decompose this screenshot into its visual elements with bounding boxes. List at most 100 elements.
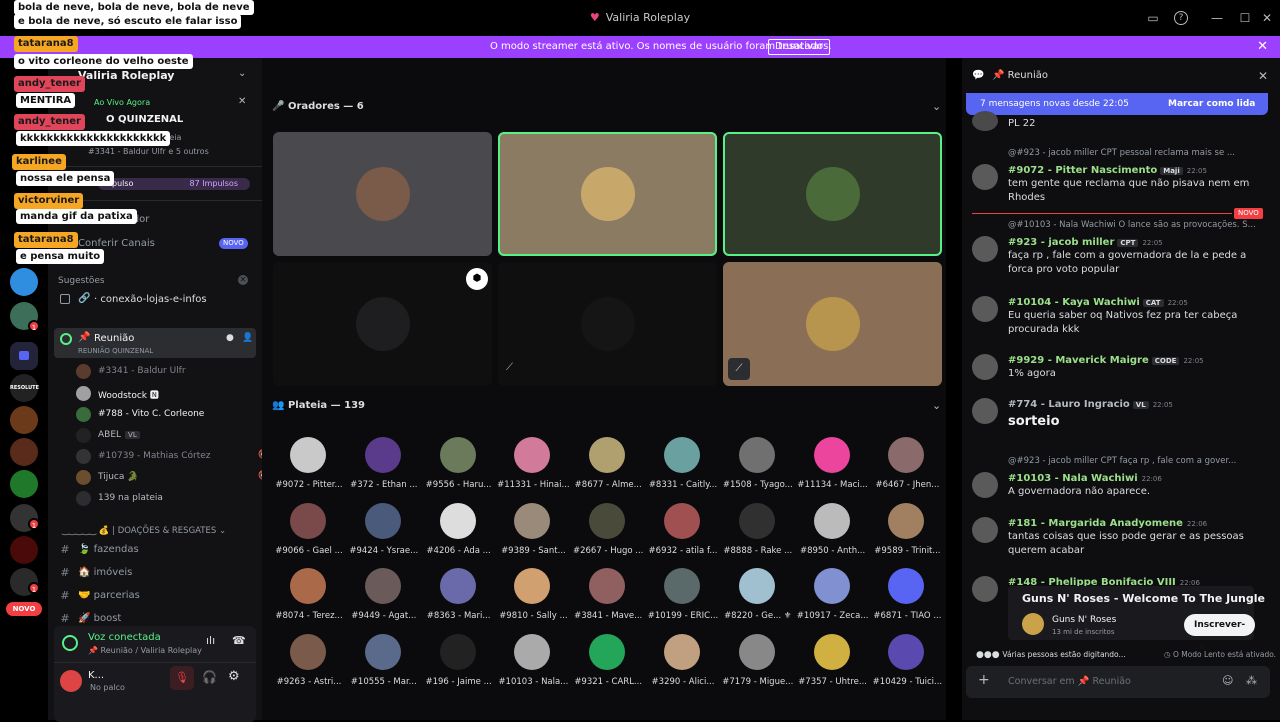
subscribe-button[interactable]: Inscrever-se bbox=[1184, 614, 1256, 652]
inbox-icon[interactable]: ▭ bbox=[1144, 9, 1162, 27]
add-attachment-icon[interactable]: + bbox=[978, 672, 990, 688]
audience-member[interactable]: #9449 - Agat... bbox=[347, 568, 421, 630]
speakers-header[interactable]: 🎤 Oradores — 6 bbox=[272, 101, 364, 112]
audience-member[interactable]: #9810 - Sally ... bbox=[496, 568, 570, 630]
audience-member[interactable]: #9589 - Trinit... bbox=[870, 502, 944, 565]
speaker-tile[interactable] bbox=[723, 132, 942, 256]
avatar[interactable] bbox=[972, 354, 998, 380]
folder-icon[interactable] bbox=[10, 342, 38, 370]
speaker-tile[interactable] bbox=[723, 262, 942, 386]
channel-fazendas[interactable]: # 🍃 fazendas bbox=[48, 540, 262, 560]
audience-member[interactable]: #4206 - Ada ... bbox=[422, 502, 496, 565]
audience-member[interactable]: #10199 - ERIC... bbox=[646, 568, 720, 630]
avatar[interactable] bbox=[972, 164, 998, 190]
check-channels-link[interactable]: Conferir Canais bbox=[78, 238, 155, 249]
audience-member[interactable]: #8363 - Mari... bbox=[422, 568, 496, 630]
checkbox-icon[interactable] bbox=[60, 294, 70, 304]
youtube-embed[interactable]: Guns N' Roses - Welcome To The Jungle Gu… bbox=[1008, 586, 1265, 652]
emoji-icon[interactable]: ☺ bbox=[1222, 674, 1233, 687]
reply-preview[interactable]: @#923 - jacob miller CPT faça rp , fale … bbox=[1008, 456, 1258, 466]
close-event-icon[interactable]: ✕ bbox=[238, 96, 246, 107]
audience-member[interactable]: #9263 - Astri... bbox=[272, 633, 346, 696]
author-name[interactable]: #9072 - Pitter Nascimento bbox=[1008, 165, 1157, 176]
chat-input-placeholder[interactable]: Conversar em 📌 Reunião bbox=[1008, 676, 1131, 687]
audience-member[interactable]: #8677 - Alme... bbox=[571, 437, 645, 499]
avatar[interactable] bbox=[972, 517, 998, 543]
audience-member[interactable]: #9066 - Gael ... bbox=[272, 502, 346, 565]
audience-member[interactable]: #8950 - Anth... bbox=[796, 502, 870, 565]
reply-preview[interactable]: @#923 - jacob miller CPT pessoal reclama… bbox=[1008, 148, 1258, 158]
avatar[interactable] bbox=[972, 398, 998, 424]
collapse-speakers-icon[interactable]: ⌄ bbox=[932, 100, 941, 113]
disconnect-icon[interactable]: ☎ bbox=[232, 634, 246, 647]
close-banner-icon[interactable]: ✕ bbox=[1257, 39, 1268, 54]
chevron-down-icon[interactable]: ⌄ bbox=[238, 68, 246, 79]
user-name[interactable]: K... bbox=[88, 670, 104, 681]
channel-imoveis[interactable]: # 🏠 imóveis bbox=[48, 563, 262, 583]
voice-connected-label[interactable]: Voz conectada bbox=[88, 632, 161, 643]
author-name[interactable]: #10104 - Kaya Wachiwi bbox=[1008, 297, 1140, 308]
audience-member[interactable]: #9556 - Haru... bbox=[422, 437, 496, 499]
server-icon[interactable]: RESOLUTE bbox=[10, 374, 39, 402]
audience-member[interactable]: #10555 - Mar... bbox=[347, 633, 421, 696]
user-avatar[interactable] bbox=[60, 670, 82, 692]
audience-member[interactable]: #9321 - CARL... bbox=[571, 633, 645, 696]
speaker-tile[interactable] bbox=[273, 262, 492, 386]
headphones-icon[interactable]: 🎧 bbox=[202, 670, 217, 684]
audience-member[interactable]: #9072 - Pitter... bbox=[272, 437, 346, 499]
audience-member[interactable]: #10103 - Nala... bbox=[496, 633, 570, 696]
avatar[interactable] bbox=[972, 296, 998, 322]
audience-member[interactable]: #10917 - Zeca... bbox=[796, 568, 870, 630]
speaker-tile[interactable] bbox=[498, 132, 717, 256]
sound-wave-icon[interactable]: ılı bbox=[206, 634, 215, 647]
embed-title[interactable]: Guns N' Roses - Welcome To The Jungle bbox=[1022, 592, 1265, 605]
add-user-icon[interactable]: 👤 bbox=[242, 333, 253, 343]
chat-input[interactable]: + Conversar em 📌 Reunião ☺ ⁂ bbox=[966, 666, 1270, 698]
new-messages-bar[interactable]: 7 mensagens novas desde 22:05 Marcar com… bbox=[966, 93, 1268, 115]
audience-member[interactable]: #8331 - Caitly... bbox=[646, 437, 720, 499]
maximize-icon[interactable]: ☐ bbox=[1236, 9, 1254, 27]
author-name[interactable]: #9929 - Maverick Maigre bbox=[1008, 355, 1149, 366]
settings-gear-icon[interactable]: ⚙ bbox=[228, 669, 240, 684]
apps-icon[interactable]: ⁂ bbox=[1246, 674, 1257, 687]
disable-streamer-button[interactable]: Desativar bbox=[768, 39, 831, 55]
audience-member[interactable]: #9424 - Ysrae... bbox=[347, 502, 421, 565]
suggested-channel[interactable]: · conexão-lojas-e-infos bbox=[94, 294, 207, 305]
server-icon[interactable] bbox=[10, 406, 38, 434]
speaker-tile[interactable] bbox=[498, 262, 717, 386]
audience-member[interactable]: #1508 - Tyago... bbox=[721, 437, 795, 499]
audience-member[interactable]: #6932 - atila f... bbox=[646, 502, 720, 565]
audience-member[interactable]: #8074 - Terez... bbox=[272, 568, 346, 630]
audience-member[interactable]: #372 - Ethan ... bbox=[347, 437, 421, 499]
category-header[interactable]: ‿‿‿‿‿ 💰 | DOAÇÕES & RESGATES ⌄ bbox=[62, 526, 226, 536]
author-name[interactable]: #10103 - Nala Wachiwi bbox=[1008, 473, 1138, 484]
audience-member[interactable]: #11331 - Hinai... bbox=[496, 437, 570, 499]
signal-icon[interactable] bbox=[62, 635, 78, 651]
minimize-icon[interactable]: — bbox=[1208, 9, 1226, 27]
speaker-tile[interactable] bbox=[273, 132, 492, 256]
audience-member[interactable]: #8888 - Rake ... bbox=[721, 502, 795, 565]
author-name[interactable]: #774 - Lauro Ingracio bbox=[1008, 399, 1130, 410]
server-icon[interactable] bbox=[10, 470, 38, 498]
voice-channel-reuniao[interactable]: 📌 Reunião REUNIÃO QUINZENAL ● 👤 bbox=[54, 328, 256, 358]
server-icon[interactable] bbox=[10, 438, 38, 466]
event-title[interactable]: O QUINZENAL bbox=[106, 114, 183, 125]
audience-member[interactable]: #196 - Jaime ... bbox=[422, 633, 496, 696]
audience-member[interactable]: #11134 - Maci... bbox=[796, 437, 870, 499]
audience-member[interactable]: #7357 - Uhtre... bbox=[796, 633, 870, 696]
close-chat-icon[interactable]: ✕ bbox=[1258, 69, 1268, 83]
audience-member[interactable]: #6871 - TIAO ... bbox=[870, 568, 944, 630]
audience-member[interactable]: #10429 - Tuici... bbox=[870, 633, 944, 696]
close-window-icon[interactable]: ✕ bbox=[1258, 9, 1276, 27]
chat-icon[interactable]: ● bbox=[226, 333, 234, 343]
avatar[interactable] bbox=[972, 576, 998, 602]
server-icon[interactable] bbox=[10, 268, 38, 296]
avatar[interactable] bbox=[972, 472, 998, 498]
audience-member[interactable]: #8220 - Ge... ⚜ bbox=[721, 568, 795, 630]
audience-member[interactable]: #2667 - Hugo ... bbox=[571, 502, 645, 565]
audience-member[interactable]: #3290 - Alici... bbox=[646, 633, 720, 696]
author-name[interactable]: #181 - Margarida Anadyomene bbox=[1008, 518, 1183, 529]
mic-muted-icon[interactable]: 🎙 bbox=[170, 666, 194, 690]
audience-member[interactable]: #6467 - Jhen... bbox=[870, 437, 944, 499]
boost-bar[interactable]: impulso 87 Impulsos bbox=[98, 178, 250, 190]
